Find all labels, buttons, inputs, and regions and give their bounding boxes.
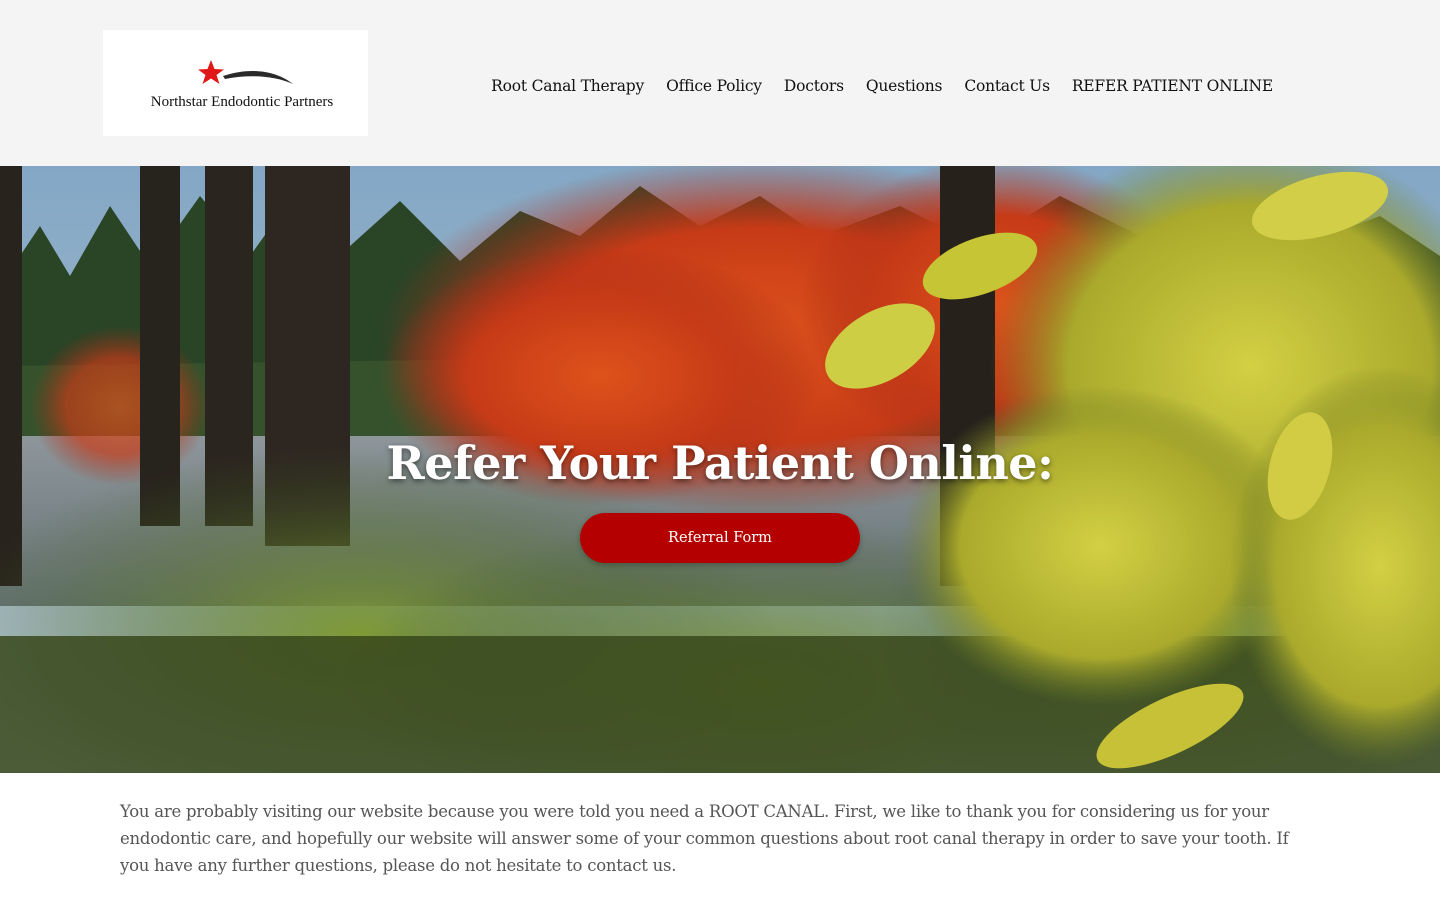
nav-office-policy[interactable]: Office Policy xyxy=(655,75,773,97)
site-logo[interactable]: Northstar Endodontic Partners xyxy=(103,30,368,136)
hero-section: Refer Your Patient Online: Referral Form xyxy=(0,166,1440,773)
referral-form-button[interactable]: Referral Form xyxy=(580,513,860,563)
northstar-logo-icon xyxy=(198,60,293,84)
nav-contact-us[interactable]: Contact Us xyxy=(953,75,1061,97)
hero-title: Refer Your Patient Online: xyxy=(386,436,1054,490)
site-header: Northstar Endodontic Partners Root Canal… xyxy=(0,0,1440,166)
nav-questions[interactable]: Questions xyxy=(855,75,953,97)
intro-paragraph: You are probably visiting our website be… xyxy=(120,802,1289,875)
nav-root-canal-therapy[interactable]: Root Canal Therapy xyxy=(480,75,655,97)
main-nav: Root Canal Therapy Office Policy Doctors… xyxy=(491,75,1284,97)
nav-doctors[interactable]: Doctors xyxy=(773,75,855,97)
nav-refer-patient-online[interactable]: REFER PATIENT ONLINE xyxy=(1061,75,1284,97)
logo-text: Northstar Endodontic Partners xyxy=(150,94,334,110)
